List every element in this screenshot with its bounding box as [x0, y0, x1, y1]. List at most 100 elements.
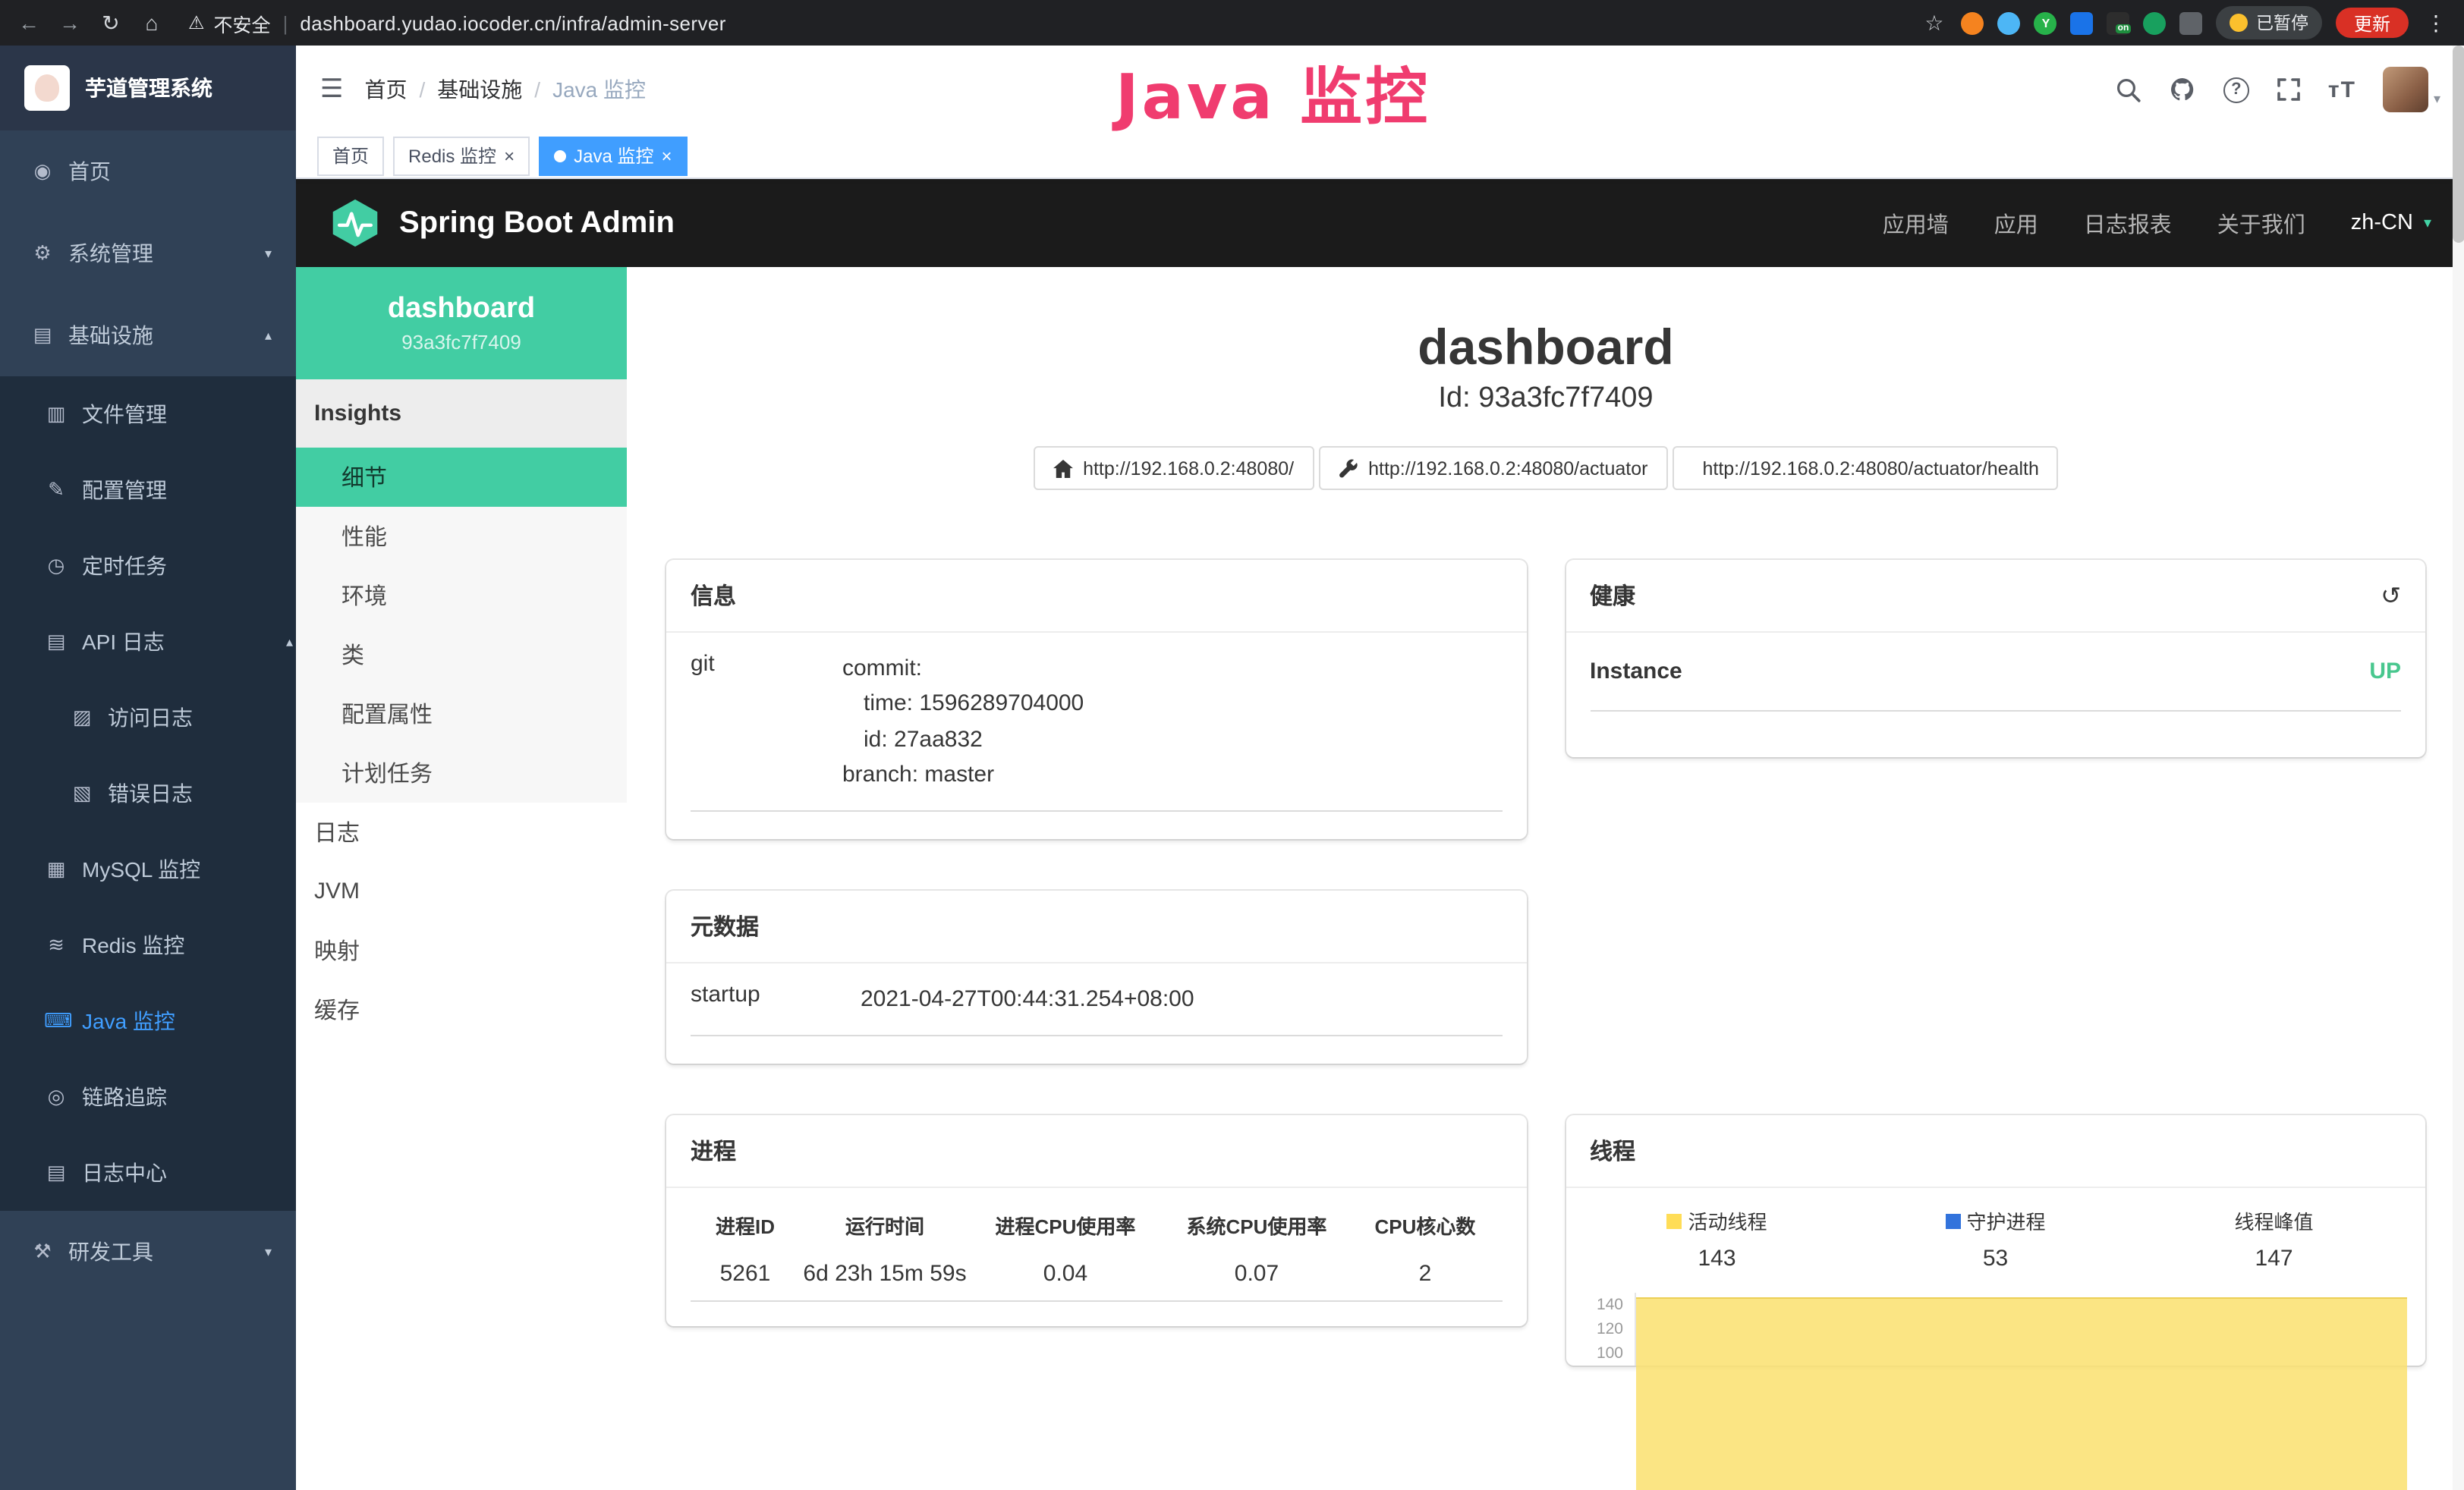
- back-icon[interactable]: ←: [15, 11, 42, 35]
- sidebar-item-label: 文件管理: [82, 399, 167, 429]
- breadcrumb-separator: /: [534, 77, 540, 102]
- sidebar-item-redis-monitor[interactable]: ≋ Redis 监控: [0, 907, 296, 983]
- tab-redis-monitor[interactable]: Redis 监控 ×: [393, 136, 530, 175]
- legend-daemon-threads: 守护进程 53: [1856, 1207, 2135, 1272]
- sba-item-caches[interactable]: 缓存: [296, 980, 627, 1039]
- sba-sidebar: dashboard 93a3fc7f7409 Insights 细节 性能 环境…: [296, 267, 627, 1490]
- search-icon[interactable]: [2116, 77, 2141, 102]
- startup-row: startup 2021-04-27T00:44:31.254+08:00: [691, 963, 1502, 1037]
- service-url-button[interactable]: http://192.168.0.2:48080/: [1033, 446, 1314, 490]
- paused-badge[interactable]: 已暂停: [2217, 6, 2322, 39]
- sidebar-item-config-manage[interactable]: ✎ 配置管理: [0, 452, 296, 528]
- help-icon[interactable]: ?: [2223, 77, 2249, 102]
- forward-icon[interactable]: →: [56, 11, 83, 35]
- extension-icon[interactable]: [1998, 11, 2021, 34]
- tab-home[interactable]: 首页: [317, 136, 384, 175]
- sidebar-item-error-log[interactable]: ▧ 错误日志: [0, 756, 296, 831]
- health-card-title: 健康: [1590, 580, 1635, 611]
- sba-item-logs[interactable]: 日志: [296, 803, 627, 862]
- git-key: git: [691, 651, 842, 792]
- instance-links: http://192.168.0.2:48080/ http://192.168…: [666, 446, 2425, 490]
- chrome-update-button[interactable]: 更新: [2336, 8, 2409, 38]
- sba-nav-applications[interactable]: 应用: [1994, 207, 2038, 239]
- close-icon[interactable]: ×: [661, 146, 672, 165]
- instance-id: 93a3fc7f7409: [401, 331, 521, 354]
- chevron-down-icon: ▾: [265, 245, 275, 262]
- sba-locale-select[interactable]: zh-CN ▾: [2351, 211, 2431, 235]
- git-time-line: time: 1596289704000: [842, 687, 1502, 722]
- sidebar-item-file-manage[interactable]: ▥ 文件管理: [0, 376, 296, 452]
- address-divider: |: [283, 11, 288, 34]
- sba-main-content: dashboard Id: 93a3fc7f7409 http://192.16…: [627, 267, 2464, 1490]
- sidebar-item-log-center[interactable]: ▤ 日志中心: [0, 1135, 296, 1211]
- bookmark-star-icon[interactable]: ☆: [1921, 10, 1948, 36]
- col-header: CPU核心数: [1352, 1201, 1498, 1251]
- sba-item-performance[interactable]: 性能: [296, 507, 627, 566]
- java-monitor-icon: ⌨: [44, 1009, 68, 1033]
- y-tick: 140: [1569, 1294, 1635, 1318]
- sidebar-item-trace[interactable]: ◎ 链路追踪: [0, 1059, 296, 1135]
- sba-item-config-props[interactable]: 配置属性: [296, 684, 627, 743]
- app-logo: [24, 65, 70, 111]
- browser-menu-icon[interactable]: ⋮: [2422, 10, 2450, 36]
- breadcrumb-home[interactable]: 首页: [365, 74, 408, 105]
- sba-item-classes[interactable]: 类: [296, 625, 627, 684]
- home-icon[interactable]: ⌂: [138, 11, 165, 35]
- github-icon[interactable]: [2169, 76, 2196, 103]
- breadcrumb-infra[interactable]: 基础设施: [437, 74, 522, 105]
- file-icon: ▥: [44, 402, 68, 426]
- extension-icon[interactable]: [1962, 11, 1984, 34]
- sidebar-item-dev-tools[interactable]: ⚒ 研发工具 ▾: [0, 1211, 296, 1293]
- health-url-button[interactable]: http://192.168.0.2:48080/actuator/health: [1672, 446, 2058, 490]
- actuator-url-button[interactable]: http://192.168.0.2:48080/actuator: [1318, 446, 1667, 490]
- tab-java-monitor[interactable]: Java 监控 ×: [539, 136, 687, 175]
- gear-icon: ⚙: [30, 241, 55, 266]
- page-scrollbar[interactable]: [2453, 46, 2464, 1490]
- close-icon[interactable]: ×: [504, 146, 515, 165]
- sidebar-item-java-monitor[interactable]: ⌨ Java 监控: [0, 983, 296, 1059]
- extension-icon[interactable]: [2071, 11, 2094, 34]
- page-subtitle: Id: 93a3fc7f7409: [666, 382, 2425, 416]
- sidebar-item-scheduled-job[interactable]: ◷ 定时任务: [0, 528, 296, 604]
- sba-item-scheduled-tasks[interactable]: 计划任务: [296, 743, 627, 803]
- sidebar-item-label: 首页: [68, 156, 111, 187]
- legend-value: 143: [1578, 1246, 1856, 1272]
- security-warning-icon: ⚠: [188, 12, 205, 33]
- reload-icon[interactable]: ↻: [97, 10, 124, 36]
- sba-item-jvm[interactable]: JVM: [296, 862, 627, 921]
- process-card: 进程 进程ID 运行时间 进程CPU使用率 系统CPU使用率 CPU核心数: [666, 1116, 1526, 1327]
- sba-nav-about[interactable]: 关于我们: [2217, 207, 2305, 239]
- sidebar-item-label: Java 监控: [82, 1006, 175, 1036]
- extension-icon[interactable]: Y: [2034, 11, 2057, 34]
- sidebar-item-infra[interactable]: ▤ 基础设施 ▴: [0, 294, 296, 376]
- address-bar[interactable]: ⚠ 不安全 | dashboard.yudao.iocoder.cn/infra…: [188, 8, 726, 37]
- sidebar-item-access-log[interactable]: ▨ 访问日志: [0, 680, 296, 756]
- sba-header: Spring Boot Admin 应用墙 应用 日志报表 关于我们 zh-CN…: [296, 179, 2464, 267]
- sba-item-mappings[interactable]: 映射: [296, 921, 627, 980]
- extension-icon[interactable]: [2180, 11, 2203, 34]
- scrollbar-thumb[interactable]: [2453, 46, 2464, 243]
- sba-item-details[interactable]: 细节: [296, 448, 627, 507]
- sidebar-item-api-log[interactable]: ▤ API 日志 ▴: [0, 604, 296, 680]
- sidebar-item-system[interactable]: ⚙ 系统管理 ▾: [0, 212, 296, 294]
- y-tick: 120: [1569, 1318, 1635, 1342]
- sidebar-item-mysql-monitor[interactable]: ▦ MySQL 监控: [0, 831, 296, 907]
- extension-icon[interactable]: [2144, 11, 2167, 34]
- sba-item-env[interactable]: 环境: [296, 566, 627, 625]
- sidebar-item-home[interactable]: ◉ 首页: [0, 130, 296, 212]
- font-size-icon[interactable]: тT: [2328, 77, 2356, 102]
- history-icon[interactable]: ↺: [2381, 580, 2401, 611]
- sidebar-toggle-icon[interactable]: ☰: [320, 74, 344, 105]
- access-log-icon: ▨: [70, 706, 94, 730]
- user-avatar[interactable]: ▾: [2384, 67, 2440, 112]
- url-text[interactable]: dashboard.yudao.iocoder.cn/infra/admin-s…: [300, 11, 725, 34]
- chart-y-axis: 140 120 100: [1569, 1294, 1635, 1366]
- app-frame: 芋道管理系统 ◉ 首页 ⚙ 系统管理 ▾ ▤ 基础设施 ▴ ▥ 文件管理: [0, 46, 2464, 1490]
- fullscreen-icon[interactable]: [2277, 77, 2301, 102]
- sba-nav-journal[interactable]: 日志报表: [2084, 207, 2172, 239]
- sidebar-item-label: 配置管理: [82, 475, 167, 505]
- sba-nav-wallboard[interactable]: 应用墙: [1883, 207, 1949, 239]
- app-logo-row[interactable]: 芋道管理系统: [0, 46, 296, 130]
- extension-icon[interactable]: on: [2107, 11, 2130, 34]
- error-log-icon: ▧: [70, 781, 94, 806]
